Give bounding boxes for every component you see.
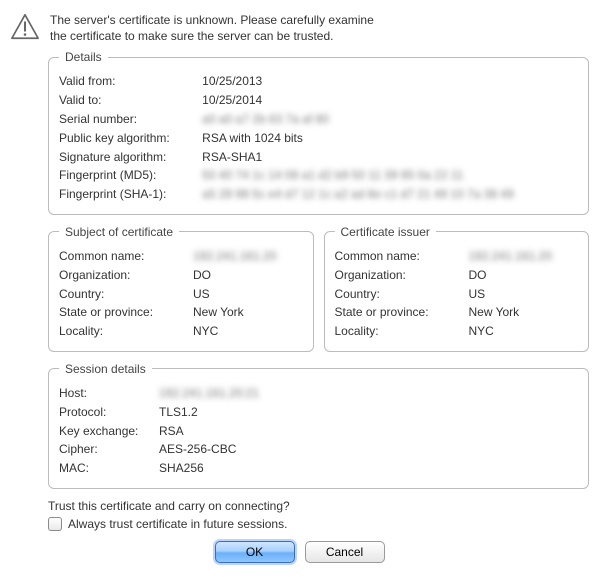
always-trust-checkbox[interactable] bbox=[48, 517, 62, 531]
key-exchange-label: Key exchange: bbox=[59, 422, 159, 441]
cancel-button[interactable]: Cancel bbox=[305, 541, 385, 563]
mac-label: MAC: bbox=[59, 459, 159, 478]
session-group: Session details Host: 192.241.161.20:21 … bbox=[48, 362, 589, 489]
subject-legend: Subject of certificate bbox=[59, 225, 179, 239]
issuer-locality-value: NYC bbox=[468, 322, 578, 341]
always-trust-label: Always trust certificate in future sessi… bbox=[68, 517, 287, 531]
key-exchange-value: RSA bbox=[159, 422, 578, 441]
warning-line: The server's certificate is unknown. Ple… bbox=[50, 12, 374, 28]
subject-cn-value: 192.241.161.20 bbox=[193, 249, 276, 263]
mac-value: SHA256 bbox=[159, 459, 578, 478]
signature-algo-label: Signature algorithm: bbox=[59, 148, 202, 167]
issuer-legend: Certificate issuer bbox=[335, 225, 436, 239]
signature-algo-value: RSA-SHA1 bbox=[202, 148, 578, 167]
details-group: Details Valid from: 10/25/2013 Valid to:… bbox=[48, 50, 589, 215]
trust-question: Trust this certificate and carry on conn… bbox=[48, 499, 589, 513]
certificate-warning-dialog: The server's certificate is unknown. Ple… bbox=[0, 0, 603, 577]
cipher-label: Cipher: bbox=[59, 440, 159, 459]
issuer-state-value: New York bbox=[468, 303, 578, 322]
subject-locality-label: Locality: bbox=[59, 322, 193, 341]
cipher-value: AES-256-CBC bbox=[159, 440, 578, 459]
subject-group: Subject of certificate Common name: 192.… bbox=[48, 225, 314, 352]
fingerprint-md5-value: 50 40 74 1c 14 08 a1 d2 b9 50 11 39 95 0… bbox=[202, 168, 463, 182]
fingerprint-sha1-label: Fingerprint (SHA-1): bbox=[59, 185, 202, 204]
protocol-label: Protocol: bbox=[59, 403, 159, 422]
valid-from-label: Valid from: bbox=[59, 72, 202, 91]
session-legend: Session details bbox=[59, 362, 152, 376]
subject-country-label: Country: bbox=[59, 285, 193, 304]
host-label: Host: bbox=[59, 384, 159, 403]
issuer-org-label: Organization: bbox=[335, 266, 469, 285]
issuer-cn-label: Common name: bbox=[335, 247, 469, 266]
subject-locality-value: NYC bbox=[193, 322, 303, 341]
details-legend: Details bbox=[59, 50, 108, 64]
issuer-state-label: State or province: bbox=[335, 303, 469, 322]
valid-to-label: Valid to: bbox=[59, 91, 202, 110]
issuer-country-label: Country: bbox=[335, 285, 469, 304]
host-value: 192.241.161.20:21 bbox=[159, 386, 259, 400]
serial-number-value: a0 a0 a7 2b 63 7a af 80 bbox=[202, 112, 329, 126]
fingerprint-md5-label: Fingerprint (MD5): bbox=[59, 166, 202, 185]
issuer-group: Certificate issuer Common name: 192.241.… bbox=[324, 225, 590, 352]
issuer-country-value: US bbox=[468, 285, 578, 304]
issuer-locality-label: Locality: bbox=[335, 322, 469, 341]
warning-line: the certificate to make sure the server … bbox=[50, 28, 374, 44]
pubkey-algo-label: Public key algorithm: bbox=[59, 129, 202, 148]
warning-message: The server's certificate is unknown. Ple… bbox=[50, 10, 374, 44]
subject-state-value: New York bbox=[193, 303, 303, 322]
fingerprint-sha1-value: a5 28 98 5c e4 d7 12 1c a2 ad 8e c1 d7 2… bbox=[202, 187, 514, 201]
exclamation-triangle-icon bbox=[10, 12, 40, 42]
serial-number-label: Serial number: bbox=[59, 110, 202, 129]
valid-to-value: 10/25/2014 bbox=[202, 91, 578, 110]
protocol-value: TLS1.2 bbox=[159, 403, 578, 422]
ok-button[interactable]: OK bbox=[215, 541, 295, 563]
subject-org-value: DO bbox=[193, 266, 303, 285]
subject-country-value: US bbox=[193, 285, 303, 304]
pubkey-algo-value: RSA with 1024 bits bbox=[202, 129, 578, 148]
valid-from-value: 10/25/2013 bbox=[202, 72, 578, 91]
issuer-org-value: DO bbox=[468, 266, 578, 285]
subject-cn-label: Common name: bbox=[59, 247, 193, 266]
issuer-cn-value: 192.241.161.20 bbox=[468, 249, 551, 263]
subject-org-label: Organization: bbox=[59, 266, 193, 285]
subject-state-label: State or province: bbox=[59, 303, 193, 322]
